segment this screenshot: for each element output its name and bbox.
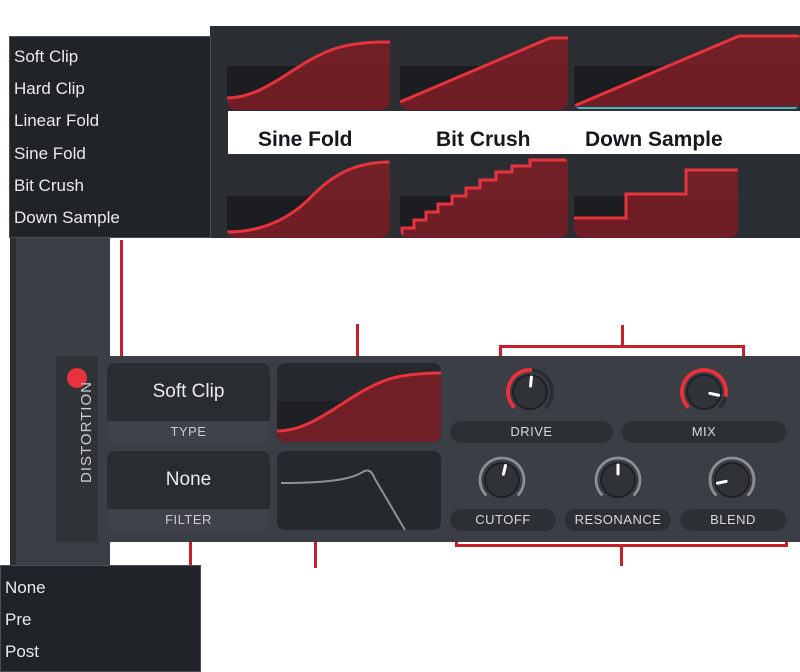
blend-label: BLEND xyxy=(680,509,786,531)
caption-sine-fold: Sine Fold xyxy=(258,128,353,151)
preview-tile-hard-clip xyxy=(400,30,568,110)
module-title: DISTORTION xyxy=(78,381,95,483)
bracket-top xyxy=(499,345,745,348)
mix-knob[interactable] xyxy=(678,366,730,418)
filter-option-pre[interactable]: Pre xyxy=(5,610,31,630)
caption-bit-crush: Bit Crush xyxy=(436,128,531,151)
bit-crush-curve-graphic xyxy=(400,158,568,238)
type-option-bit-crush[interactable]: Bit Crush xyxy=(14,176,84,196)
filter-label: FILTER xyxy=(107,509,270,531)
filter-selector[interactable]: None FILTER xyxy=(107,451,270,531)
linear-fold-curve-graphic xyxy=(574,34,800,110)
soft-clip-curve-graphic xyxy=(227,40,390,110)
preview-tile-sine-fold xyxy=(227,156,390,238)
type-option-soft-clip[interactable]: Soft Clip xyxy=(14,47,78,67)
blend-knob[interactable] xyxy=(706,454,758,506)
mix-knob-body xyxy=(686,374,722,410)
drive-knob[interactable] xyxy=(504,366,556,418)
type-selector[interactable]: Soft Clip TYPE xyxy=(107,363,270,443)
hard-clip-curve-graphic xyxy=(400,36,568,110)
type-dropdown-menu: Soft Clip Hard Clip Linear Fold Sine Fol… xyxy=(9,36,211,238)
connector-type-menu xyxy=(120,240,123,368)
cutoff-knob[interactable] xyxy=(476,454,528,506)
down-sample-curve-graphic xyxy=(574,168,738,238)
resonance-knob[interactable] xyxy=(592,454,644,506)
filter-option-none[interactable]: None xyxy=(5,578,46,598)
blend-knob-indicator xyxy=(715,479,728,485)
drive-label: DRIVE xyxy=(450,421,613,443)
type-preview-curve-graphic xyxy=(277,371,441,442)
blend-knob-body xyxy=(714,462,750,498)
type-option-sine-fold[interactable]: Sine Fold xyxy=(14,144,86,164)
cutoff-knob-body xyxy=(484,462,520,498)
connector-knob-group-top xyxy=(621,325,624,347)
cutoff-knob-indicator xyxy=(501,463,508,476)
filter-preview-display xyxy=(277,451,441,530)
resonance-label: RESONANCE xyxy=(565,509,671,531)
filter-value: None xyxy=(165,469,212,490)
preview-tile-linear-fold xyxy=(574,30,800,110)
preview-tile-bit-crush xyxy=(400,156,568,238)
caption-down-sample: Down Sample xyxy=(585,128,723,151)
mix-knob-indicator xyxy=(708,391,721,397)
preview-tile-soft-clip xyxy=(227,30,390,110)
type-option-linear-fold[interactable]: Linear Fold xyxy=(14,111,99,131)
type-value: Soft Clip xyxy=(152,381,225,402)
type-preview-display xyxy=(277,363,441,442)
filter-response-graphic xyxy=(280,469,406,530)
filter-dropdown-menu: None Pre Post xyxy=(0,565,201,672)
type-option-down-sample[interactable]: Down Sample xyxy=(14,208,120,228)
mix-label: MIX xyxy=(622,421,786,443)
cutoff-label: CUTOFF xyxy=(450,509,556,531)
filter-option-post[interactable]: Post xyxy=(5,642,39,662)
sine-fold-curve-graphic xyxy=(227,160,390,238)
connector-knob-group-bottom xyxy=(620,544,623,566)
drive-knob-indicator xyxy=(529,375,533,388)
type-label: TYPE xyxy=(107,421,270,443)
preview-tile-down-sample xyxy=(574,156,738,238)
type-option-hard-clip[interactable]: Hard Clip xyxy=(14,79,85,99)
